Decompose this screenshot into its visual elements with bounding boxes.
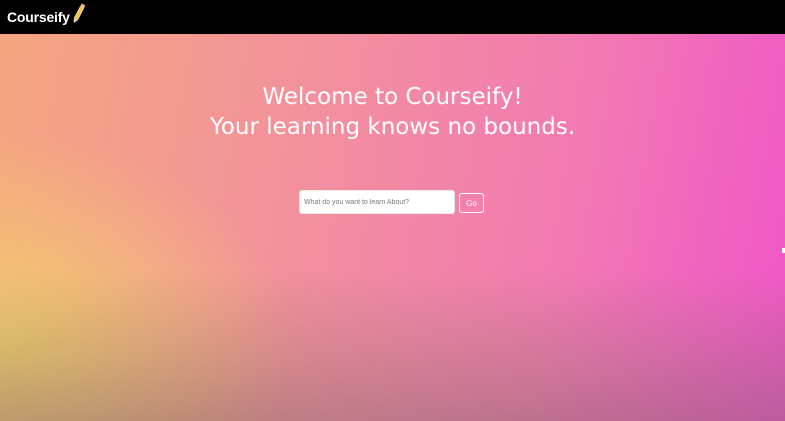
hero-shade <box>0 271 785 421</box>
top-navbar: Courseify <box>0 0 785 34</box>
pencil-icon <box>73 3 85 24</box>
headline-line-2: Your learning knows no bounds. <box>209 114 576 140</box>
go-button[interactable]: Go <box>459 193 484 213</box>
brand-name: Courseify <box>7 9 70 25</box>
search-input[interactable] <box>299 190 455 214</box>
brand-logo[interactable]: Courseify <box>7 3 85 28</box>
hero-section: Welcome to Courseify! Your learning know… <box>0 34 785 421</box>
page: Courseify Welcome to Courseify! Your lea… <box>0 0 785 421</box>
headline-line-1: Welcome to Courseify! <box>262 84 523 110</box>
hero-headline: Welcome to Courseify! Your learning know… <box>0 82 785 142</box>
